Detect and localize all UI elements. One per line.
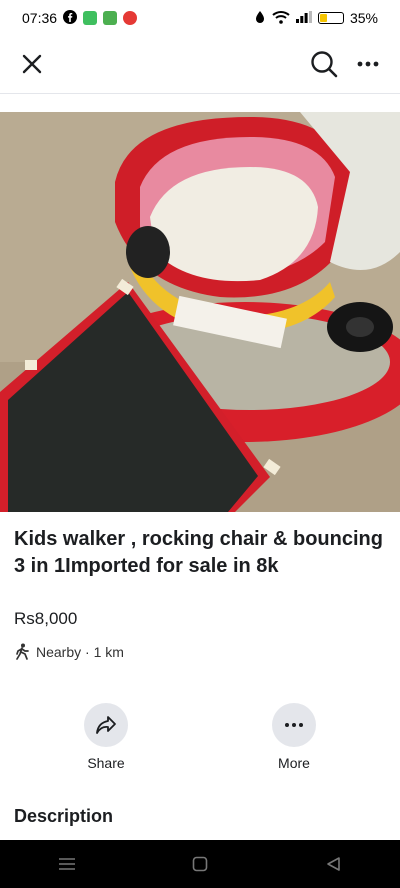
- recent-apps-button[interactable]: [47, 844, 87, 884]
- product-photo-illustration: [0, 112, 400, 512]
- system-nav-bar: [0, 840, 400, 888]
- listing-price: Rs8,000: [14, 609, 78, 628]
- header-actions: [306, 46, 386, 82]
- battery-icon: [317, 12, 344, 24]
- close-icon: [22, 54, 42, 74]
- more-icon: [357, 61, 379, 67]
- listing-title: Kids walker , rocking chair & bouncing 3…: [14, 528, 395, 577]
- walking-person-icon: [16, 643, 29, 660]
- share-button[interactable]: Share: [66, 703, 146, 771]
- status-time: 07:36: [22, 10, 58, 26]
- signal-icon: [295, 10, 312, 26]
- product-photo[interactable]: [0, 112, 400, 512]
- status-right: 35%: [254, 10, 378, 27]
- more-label: More: [278, 755, 310, 771]
- share-circle: [84, 703, 128, 747]
- close-button[interactable]: [14, 46, 50, 82]
- share-icon: [96, 716, 116, 734]
- search-icon: [311, 51, 338, 78]
- wifi-icon: [272, 10, 290, 27]
- home-button[interactable]: [180, 844, 220, 884]
- menu-icon: [58, 858, 75, 870]
- back-icon: [327, 857, 341, 871]
- search-button[interactable]: [306, 46, 342, 82]
- top-bar: [0, 36, 400, 92]
- alarm-icon: [254, 10, 266, 27]
- red-app-icon: [123, 11, 138, 25]
- status-left: 07:36: [22, 9, 138, 27]
- location-text: Nearby · 1 km: [36, 644, 124, 660]
- stats-app-icon: [103, 11, 118, 25]
- status-bar: 07:36 35%: [0, 0, 400, 36]
- messages-icon: [83, 11, 98, 25]
- header-divider: [0, 93, 400, 94]
- battery-percent: 35%: [349, 10, 378, 26]
- more-circle: [272, 703, 316, 747]
- share-label: Share: [87, 755, 125, 771]
- more-button[interactable]: More: [254, 703, 334, 771]
- home-icon: [192, 856, 208, 872]
- more-dots-icon: [285, 723, 303, 727]
- facebook-icon: [63, 9, 78, 27]
- listing-location: Nearby · 1 km: [14, 643, 124, 661]
- description-heading: Description: [14, 806, 114, 826]
- back-button[interactable]: [313, 844, 353, 884]
- battery-level: [319, 14, 327, 22]
- more-options-button[interactable]: [350, 46, 386, 82]
